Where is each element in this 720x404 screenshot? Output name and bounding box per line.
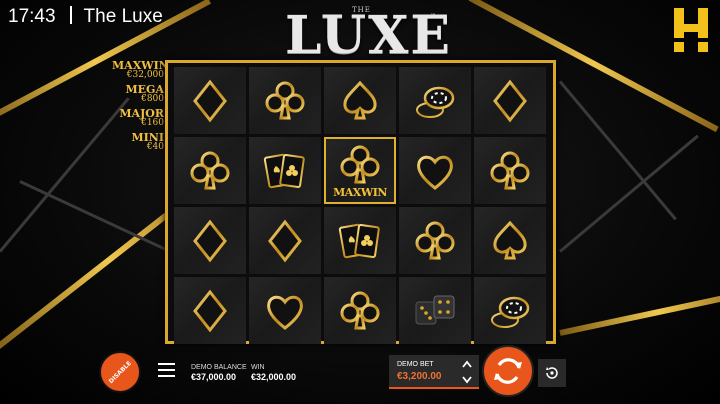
reel-cell	[249, 277, 321, 344]
balance-label: DEMO BALANCE	[191, 364, 247, 371]
reel-cell	[399, 207, 471, 274]
reel-cell: MAXWIN	[324, 137, 396, 204]
jackpot-value: €40	[146, 142, 164, 152]
heart-icon	[417, 155, 453, 190]
brand-logo-icon	[674, 8, 708, 52]
diamond-icon	[193, 219, 227, 262]
win-value: €32,000.00	[251, 372, 297, 382]
game-logo: LUXE	[285, 5, 453, 66]
club-icon	[265, 81, 305, 119]
reel-cell	[174, 207, 246, 274]
status-bar: 17:43 The Luxe	[8, 6, 163, 28]
diamond-icon	[193, 289, 227, 332]
jackpot-list: MAXWIN €32,000 MEGA €800 MAJOR €160 MINI €40	[112, 60, 169, 156]
dice-icon	[415, 295, 455, 324]
reel-cell	[324, 277, 396, 344]
reel-cell	[249, 207, 321, 274]
bet-label: DEMO BET	[397, 361, 434, 368]
reel-cell	[174, 67, 246, 134]
jackpot-value: €800	[141, 94, 164, 104]
heart-icon	[267, 295, 303, 330]
diamond-icon	[193, 79, 227, 122]
reel-cell	[174, 137, 246, 204]
reel-cell	[399, 67, 471, 134]
reel-cell	[399, 277, 471, 344]
chips-icon	[416, 86, 455, 118]
reel-cell	[474, 207, 546, 274]
club-icon	[340, 291, 380, 329]
reel-cell	[399, 137, 471, 204]
diamond-icon	[268, 219, 302, 262]
cards-icon	[263, 153, 305, 188]
chevron-down-icon[interactable]	[462, 376, 472, 384]
reel-cell	[474, 277, 546, 344]
jackpot-value: €160	[141, 118, 164, 128]
chips-icon	[491, 296, 530, 328]
reel-cell	[474, 67, 546, 134]
menu-icon[interactable]	[158, 363, 175, 377]
chevron-up-icon[interactable]	[462, 360, 472, 368]
win-label: WIN	[251, 364, 265, 371]
diamond-icon	[493, 79, 527, 122]
reel-cell	[174, 277, 246, 344]
maxwin-label: MAXWIN	[333, 186, 387, 199]
spin-icon	[494, 358, 522, 384]
club-icon	[415, 221, 455, 259]
reel-cell	[249, 67, 321, 134]
club-icon	[490, 151, 530, 189]
bet-stepper	[462, 360, 472, 384]
reel-cell	[474, 137, 546, 204]
reel-cell	[324, 207, 396, 274]
clock: 17:43	[8, 6, 56, 27]
reel-cell	[249, 137, 321, 204]
disable-button[interactable]: DISABLE	[99, 351, 141, 393]
reel-cell	[324, 67, 396, 134]
reel-frame: MAXWIN	[165, 60, 556, 344]
club-icon	[190, 151, 230, 189]
cards-icon	[338, 223, 380, 258]
reel-grid: MAXWIN	[174, 67, 546, 344]
club-icon	[340, 145, 380, 183]
bet-value: €3,200.00	[397, 371, 442, 382]
spade-icon	[493, 220, 527, 259]
autoplay-icon	[546, 367, 558, 379]
spin-button[interactable]	[482, 345, 534, 397]
jackpot-value: €32,000	[126, 70, 164, 80]
autoplay-button[interactable]	[538, 359, 566, 387]
disable-label: DISABLE	[107, 359, 133, 385]
logo-trademark: ™	[430, 13, 436, 20]
balance-value: €37,000.00	[191, 372, 237, 382]
game-title: The Luxe	[83, 6, 163, 27]
spade-icon	[343, 80, 377, 119]
